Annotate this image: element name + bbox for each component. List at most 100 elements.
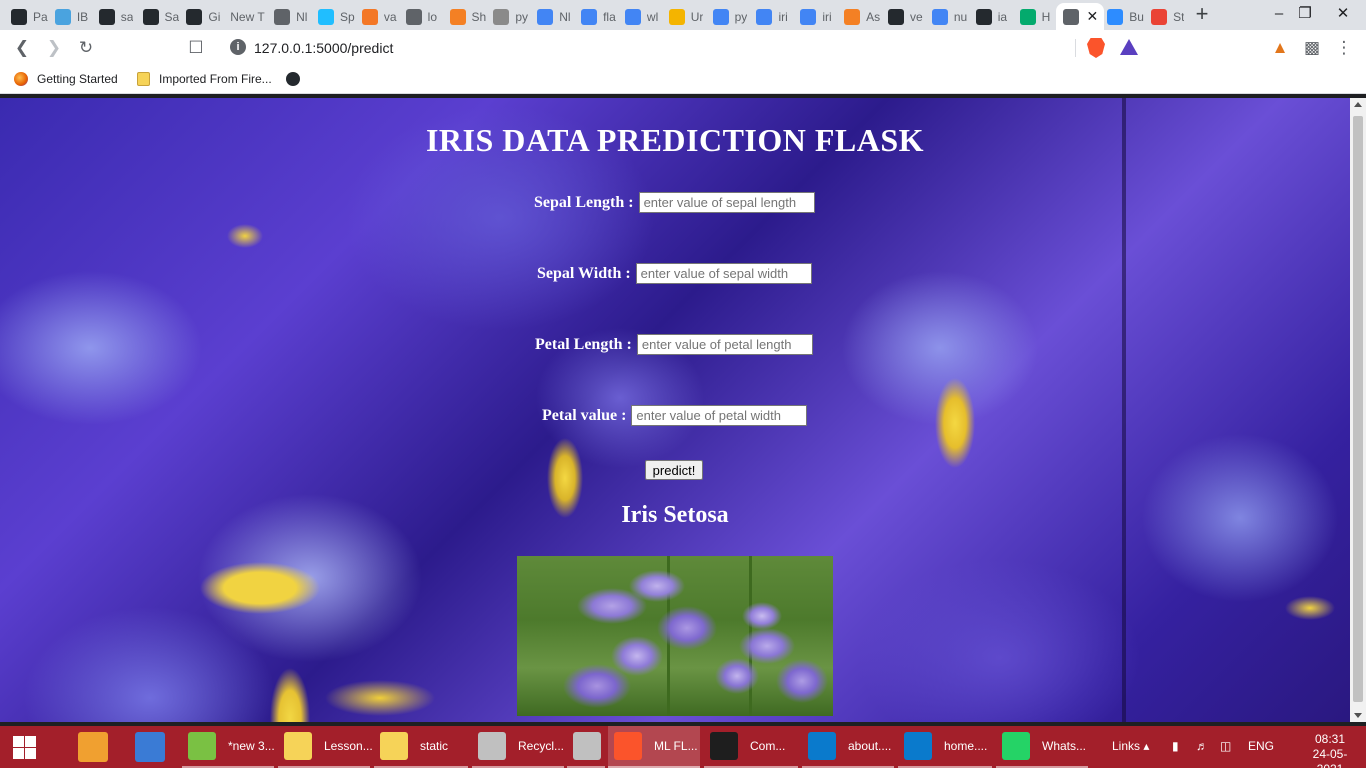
browser-tab[interactable]: py	[486, 3, 530, 30]
page-viewport: IRIS DATA PREDICTION FLASK Sepal Length …	[0, 98, 1350, 722]
sepal-length-input[interactable]	[638, 192, 815, 213]
brave-rewards-icon[interactable]	[1120, 39, 1138, 55]
scrollbar-thumb[interactable]	[1353, 116, 1363, 702]
recycle-bin-icon	[478, 732, 506, 760]
browser-tab[interactable]: ve	[881, 3, 925, 30]
browser-tab[interactable]: ia	[969, 3, 1013, 30]
bookmark-github[interactable]	[286, 72, 309, 86]
browser-tab[interactable]: Ur	[662, 3, 706, 30]
tab-label: Bu	[1129, 9, 1144, 24]
snipping-tool-icon	[573, 732, 601, 760]
taskbar-item-label: Recycl...	[518, 739, 565, 753]
page-scrollbar[interactable]	[1350, 98, 1366, 722]
forward-icon[interactable]: ❯	[42, 36, 66, 60]
bookmark-imported-folder[interactable]: Imported From Fire...	[137, 72, 272, 86]
metamask-icon[interactable]: ▲	[1268, 36, 1292, 60]
bookmark-getting-started[interactable]: Getting Started	[14, 72, 118, 86]
google-icon	[800, 8, 817, 25]
scroll-down-icon[interactable]	[1354, 713, 1362, 718]
browser-tab[interactable]: Gi	[179, 3, 223, 30]
system-clock[interactable]: 08:31 24-05-2021	[1300, 732, 1360, 768]
browser-tab[interactable]: iri	[793, 3, 837, 30]
browser-tab[interactable]: IB	[48, 3, 92, 30]
network-icon[interactable]: ▮	[1172, 739, 1179, 753]
petal-length-input[interactable]	[636, 334, 813, 355]
extensions-icon[interactable]: ▩	[1300, 36, 1324, 60]
address-url[interactable]: 127.0.0.1:5000/predict	[254, 40, 393, 56]
taskbar-item[interactable]: Whats...	[996, 726, 1088, 768]
brave-shields-icon[interactable]	[1087, 38, 1105, 58]
iris-flower-image	[517, 556, 833, 716]
battery-icon[interactable]: ◫	[1220, 739, 1231, 753]
reload-icon[interactable]: ↻	[74, 36, 98, 60]
tab-label: St	[1173, 9, 1185, 24]
taskbar-item[interactable]	[567, 726, 605, 768]
browser-tab[interactable]: St	[1144, 3, 1188, 30]
back-icon[interactable]: ❮	[10, 36, 34, 60]
sepal-width-input[interactable]	[635, 263, 812, 284]
taskbar-item-label: home....	[944, 739, 988, 753]
sublime-icon[interactable]	[78, 732, 108, 762]
browser-tab[interactable]: Bu	[1100, 3, 1144, 30]
google-icon	[624, 8, 641, 25]
tab-label: New T	[230, 9, 265, 24]
browser-tab[interactable]: As	[837, 3, 881, 30]
predict-button[interactable]: predict!	[645, 460, 703, 480]
clock-date: 24-05-2021	[1312, 747, 1348, 768]
windows-logo-icon	[13, 748, 24, 759]
taskbar-item[interactable]: Com...	[704, 726, 798, 768]
close-tab-icon[interactable]: ✕	[1087, 8, 1099, 25]
browser-tab[interactable]: py	[706, 3, 750, 30]
browser-tab[interactable]: Sh	[443, 3, 487, 30]
browser-tab[interactable]: ✕	[1056, 3, 1105, 30]
browser-tab[interactable]: va	[355, 3, 399, 30]
browser-tab[interactable]: iri	[749, 3, 793, 30]
taskbar-item-label: Com...	[750, 739, 786, 753]
vscode-icon	[808, 732, 836, 760]
scroll-up-icon[interactable]	[1354, 102, 1362, 107]
browser-tab[interactable]: New T	[223, 3, 267, 30]
close-window-button[interactable]: ✕	[1320, 0, 1366, 30]
taskbar-item[interactable]: about....	[802, 726, 894, 768]
petal-length-row: Petal Length :	[535, 334, 813, 355]
taskbar-item[interactable]: static	[374, 726, 468, 768]
tab-strip: Pa IB sa Sa Gi New T Nl Sp va lo Sh py Nl fla wl Ur py ir…	[0, 0, 1366, 30]
taskbar-item[interactable]: *new 3...	[182, 726, 275, 768]
browser-tab[interactable]: Pa	[4, 3, 48, 30]
browser-tab[interactable]: Nl	[530, 3, 574, 30]
site-info-icon[interactable]: i	[230, 39, 246, 55]
browser-tab[interactable]: Nl	[267, 3, 311, 30]
zoom-icon	[1107, 8, 1124, 25]
page-title: IRIS DATA PREDICTION FLASK	[425, 122, 925, 158]
bookmark-icon[interactable]: ☐	[184, 36, 208, 60]
browser-tab[interactable]: wl	[618, 3, 662, 30]
google-icon	[756, 8, 773, 25]
browser-tab[interactable]: Sp	[311, 3, 355, 30]
volume-icon[interactable]: ♬	[1196, 739, 1208, 753]
taskbar-item[interactable]: ML FL...	[608, 726, 700, 768]
browser-tab[interactable]: lo	[399, 3, 443, 30]
browser-tab[interactable]: sa	[92, 3, 136, 30]
taskbar-item[interactable]: home....	[898, 726, 992, 768]
remote-desktop-icon[interactable]	[135, 732, 165, 762]
start-button[interactable]	[0, 726, 48, 768]
github-icon	[975, 8, 992, 25]
address-bar[interactable]: i 127.0.0.1:5000/predict	[222, 33, 1146, 63]
menu-icon[interactable]: ⋮	[1332, 36, 1356, 60]
browser-tab[interactable]: Sa	[136, 3, 180, 30]
taskbar-item[interactable]: Recycl...	[472, 726, 564, 768]
browser-tab[interactable]: fla	[574, 3, 618, 30]
stack-icon	[449, 8, 466, 25]
taskbar-item[interactable]: Lesson...	[278, 726, 373, 768]
windows-logo-icon	[25, 736, 36, 747]
browser-tab[interactable]: nu	[925, 3, 969, 30]
sepal-width-label: Sepal Width :	[537, 264, 631, 282]
browser-tab[interactable]: H	[1013, 3, 1057, 30]
windows-logo-icon	[25, 748, 36, 759]
github-icon	[98, 8, 115, 25]
clock-time: 08:31	[1314, 732, 1346, 746]
new-tab-button[interactable]: +	[1190, 3, 1214, 26]
links-toolbar[interactable]: Links ▴	[1112, 739, 1149, 753]
language-indicator[interactable]: ENG	[1248, 739, 1274, 753]
petal-width-input[interactable]	[631, 405, 808, 426]
